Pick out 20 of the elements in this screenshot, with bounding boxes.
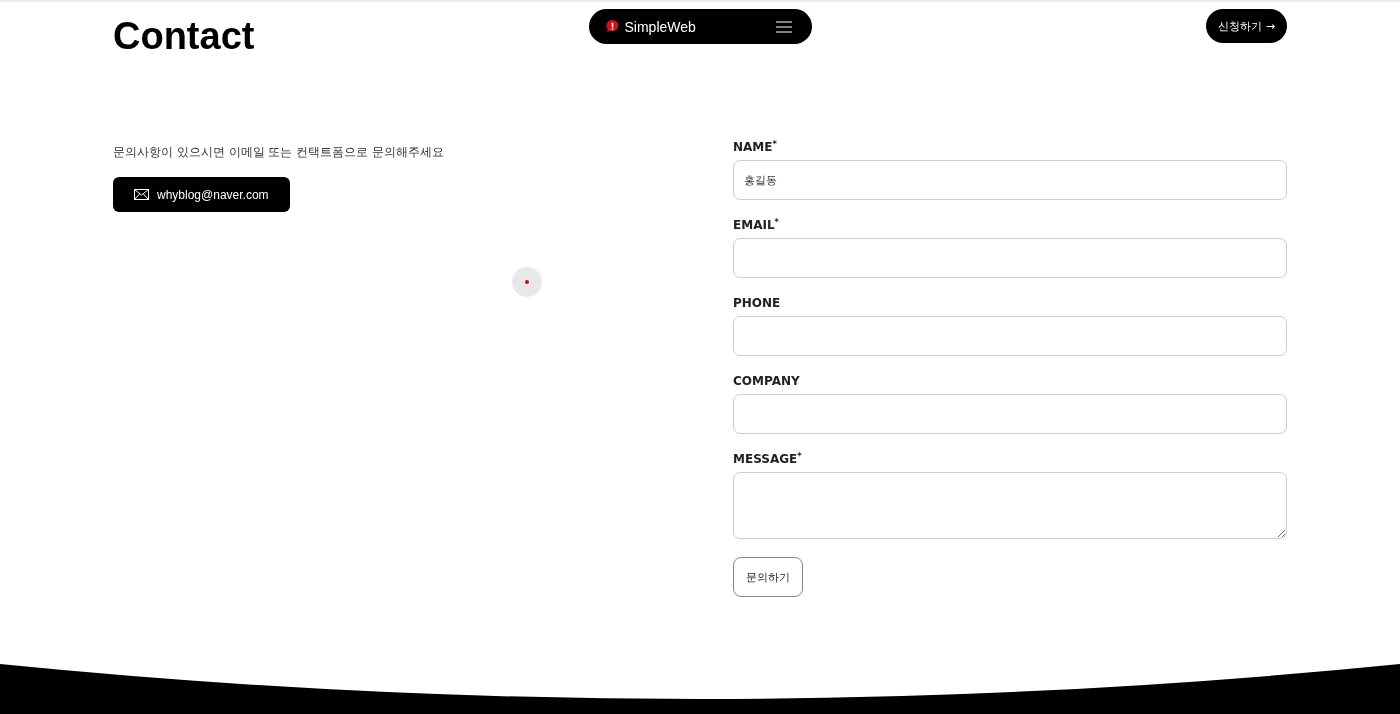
apply-button[interactable]: 신청하기 → [1206, 9, 1287, 43]
input-field[interactable] [733, 316, 1287, 356]
field-label: COMPANY [733, 374, 801, 388]
field-label: MESSAGE$^{*}$ [733, 452, 803, 466]
field-label: PHONE [733, 296, 782, 310]
input-field[interactable] [733, 394, 1287, 434]
submit-button[interactable]: 문의하기 [733, 557, 803, 597]
logo-icon [604, 19, 620, 34]
cursor-icon [512, 267, 542, 297]
intro-text: 문의사항이 있으시면 이메일 또는 컨택트폼으로 문의해주세요 [113, 144, 446, 161]
field-label: NAME$^{*}$ [733, 140, 778, 154]
brand-name[interactable]: SimpleWeb [624, 18, 696, 35]
input-field[interactable]: 홍길동 [733, 160, 1287, 200]
field-label: EMAIL$^{*}$ [733, 218, 780, 232]
email-button[interactable]: whyblog@naver.com [113, 177, 290, 212]
menu-icon[interactable] [775, 20, 792, 33]
page-title: Contact [113, 17, 255, 55]
input-field[interactable] [733, 238, 1287, 278]
message-field[interactable] [733, 472, 1287, 539]
mail-icon [134, 189, 149, 200]
